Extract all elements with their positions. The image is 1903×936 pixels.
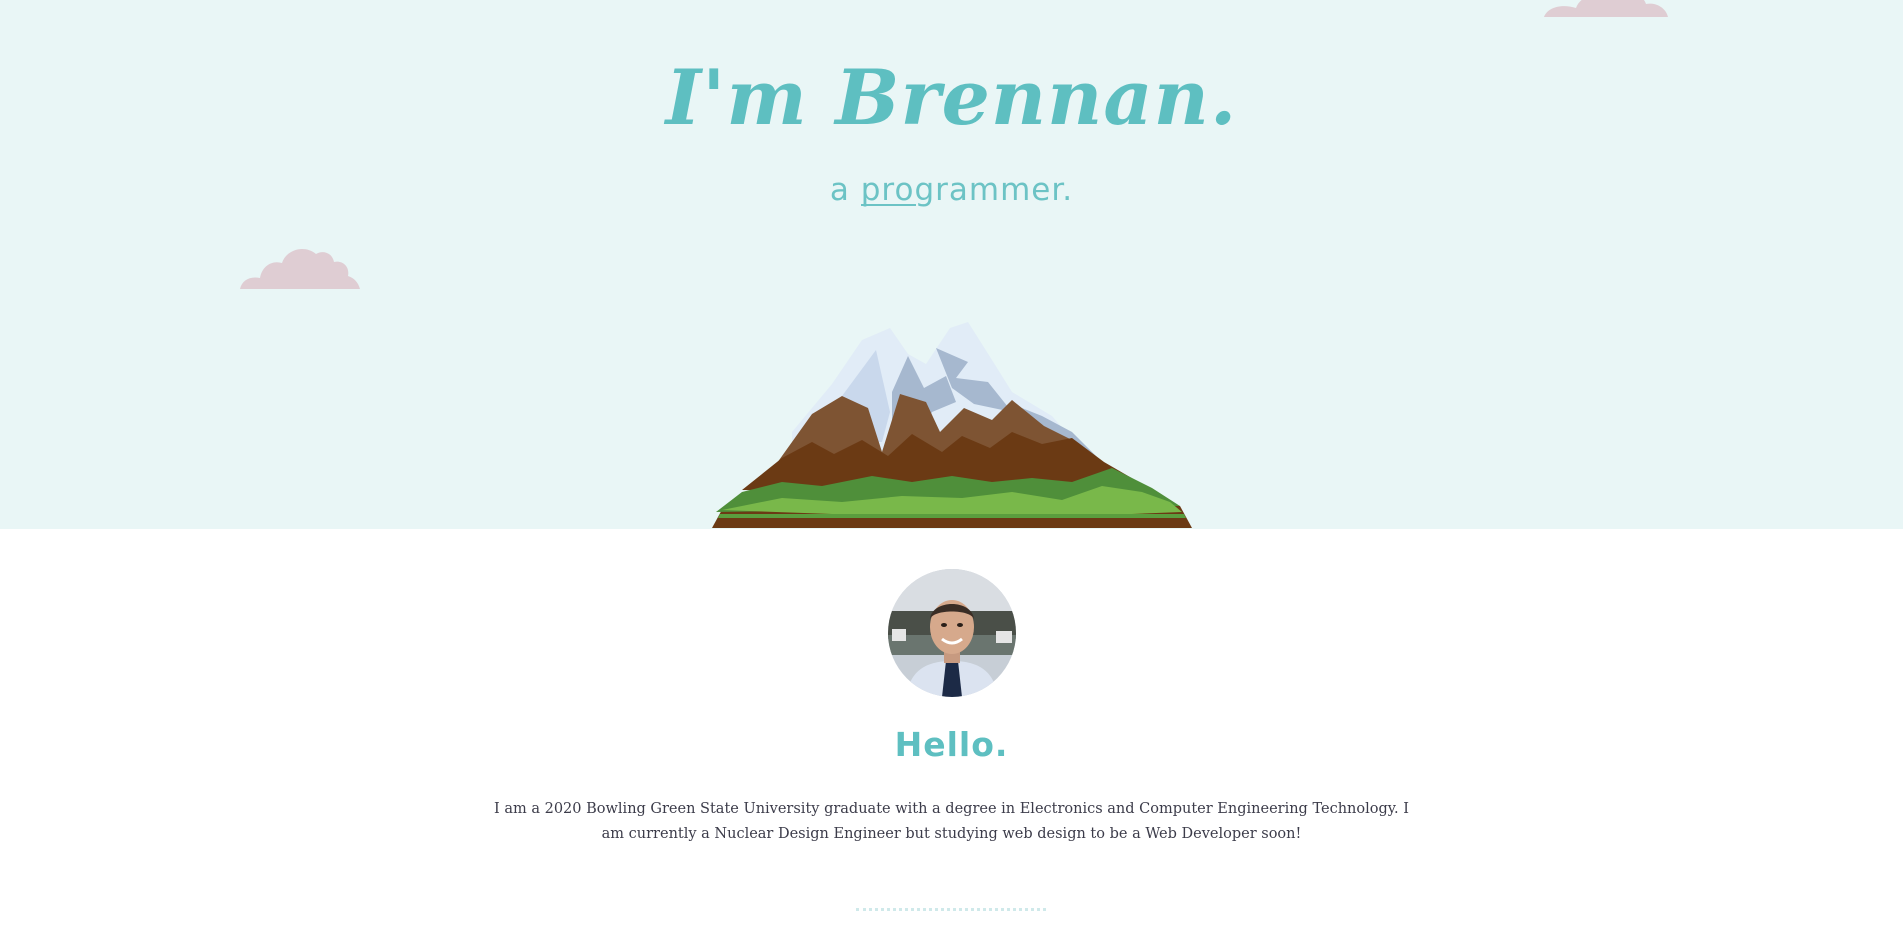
cloud-icon: [240, 248, 360, 289]
typed-word: programmer.: [860, 172, 1074, 208]
about-heading: Hello.: [894, 725, 1009, 764]
hero-section: I'm Brennan. a programmer.: [0, 0, 1903, 529]
about-paragraph: I am a 2020 Bowling Green State Universi…: [494, 801, 1409, 842]
hero-subtitle: a programmer.: [0, 172, 1903, 208]
hero-title: I'm Brennan.: [665, 53, 1238, 142]
subtitle-prefix: a: [829, 172, 861, 208]
cloud-icon: [1544, 0, 1668, 17]
typed-word-text: programmer.: [860, 172, 1074, 208]
mountain-illustration: [712, 322, 1192, 528]
profile-photo: [888, 569, 1016, 697]
about-section: Hello. I am a 2020 Bowling Green State U…: [0, 529, 1903, 936]
avatar: [888, 569, 1016, 697]
section-divider: [856, 908, 1046, 911]
typing-underline: [860, 204, 916, 206]
